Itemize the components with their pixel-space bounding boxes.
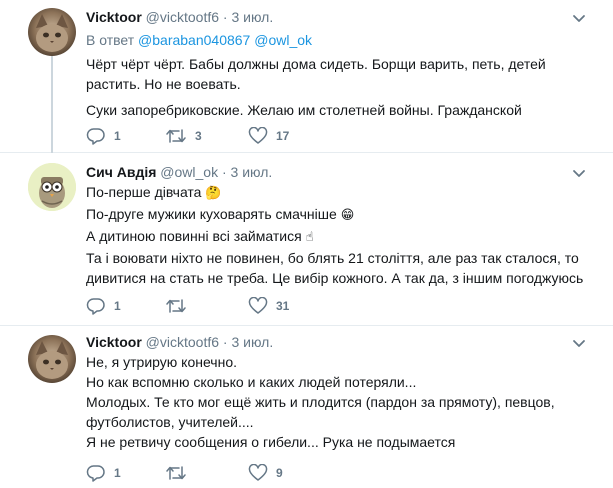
like-icon xyxy=(248,297,268,314)
tweet-header: Vicktoor @vicktootf6 · 3 июл. xyxy=(86,333,273,351)
like-count: 17 xyxy=(276,129,290,143)
tweet-line: А дитиною повинні всі займатися ☝ xyxy=(86,226,591,248)
tweet-line: Но как вспомню сколько и каких людей пот… xyxy=(86,374,417,390)
separator: · xyxy=(222,9,228,25)
author-handle[interactable]: @vicktootf6 xyxy=(146,9,219,25)
timestamp[interactable]: 3 июл. xyxy=(231,334,273,350)
like-count: 31 xyxy=(276,299,290,313)
reply-prefix: В ответ xyxy=(86,32,135,48)
retweet-button[interactable]: 3 xyxy=(165,126,202,146)
like-button[interactable]: 31 xyxy=(248,296,289,316)
tweet-text: По-перше дівчата 🤔 По-друге мужики кухов… xyxy=(86,182,591,288)
thinking-emoji: 🤔 xyxy=(205,186,222,201)
tweet-header: Vicktoor @vicktootf6 · 3 июл. xyxy=(86,8,273,26)
tweet[interactable]: Vicktoor @vicktootf6 · 3 июл. Не, я утри… xyxy=(0,326,613,488)
timestamp[interactable]: 3 июл. xyxy=(231,9,273,25)
chevron-down-icon[interactable] xyxy=(571,335,587,351)
author-name[interactable]: Vicktoor xyxy=(86,334,142,350)
retweet-icon xyxy=(166,129,186,143)
retweet-button[interactable] xyxy=(165,296,195,316)
separator: · xyxy=(221,164,227,180)
reply-button[interactable]: 1 xyxy=(86,463,121,483)
tweet-line: По-перше дівчата 🤔 xyxy=(86,182,591,204)
reply-count: 1 xyxy=(114,466,121,480)
timestamp[interactable]: 3 июл. xyxy=(231,164,273,180)
retweet-count: 3 xyxy=(195,129,202,143)
reply-count: 1 xyxy=(114,129,121,143)
reply-button[interactable]: 1 xyxy=(86,296,121,316)
retweet-icon xyxy=(166,466,186,480)
tweet-line: Не, я утрирую конечно. xyxy=(86,354,238,370)
separator: · xyxy=(222,334,228,350)
like-button[interactable]: 9 xyxy=(248,463,283,483)
reply-icon xyxy=(86,128,105,145)
chevron-down-icon[interactable] xyxy=(571,10,587,26)
avatar[interactable] xyxy=(28,8,76,56)
tweet-line: Та і воювати ніхто не повинен, бо блять … xyxy=(86,250,579,266)
avatar[interactable] xyxy=(28,335,76,383)
tweet-text: Чёрт чёрт чёрт. Бабы должны дома сидеть.… xyxy=(86,54,591,120)
chevron-down-icon[interactable] xyxy=(571,165,587,181)
like-icon xyxy=(248,127,268,144)
author-name[interactable]: Сич Авдія xyxy=(86,164,156,180)
tweet-line-text: По-перше дівчата xyxy=(86,184,202,200)
reply-icon xyxy=(86,298,105,315)
author-handle[interactable]: @vicktootf6 xyxy=(146,334,219,350)
like-count: 9 xyxy=(276,466,283,480)
tweet-line: Суки запоребриковские. Желаю им столетне… xyxy=(86,102,522,118)
thread-line xyxy=(51,56,53,153)
tweet-line: Чёрт чёрт чёрт. Бабы должны дома сидеть.… xyxy=(86,56,546,72)
point-up-emoji: ☝ xyxy=(305,230,314,245)
reply-mention[interactable]: @baraban040867 xyxy=(138,32,250,48)
tweet-line-text: По-друге мужики куховарять смачніше xyxy=(86,206,337,222)
tweet-line-text: А дитиною повинні всі займатися xyxy=(86,228,302,244)
tweet-line: футболистов, учителей.... xyxy=(86,414,254,430)
retweet-button[interactable] xyxy=(165,463,195,483)
tweet-text: Не, я утрирую конечно. Но как вспомню ск… xyxy=(86,352,591,452)
tweet-line: растить. Но не воевать. xyxy=(86,76,241,92)
author-name[interactable]: Vicktoor xyxy=(86,9,142,25)
tweet-line: дивитися на стать не треба. Це вибір кож… xyxy=(86,270,584,286)
tweet[interactable]: Сич Авдія @owl_ok · 3 июл. По-перше дівч… xyxy=(0,153,613,326)
grin-emoji: 😁 xyxy=(340,208,355,223)
reply-context: В ответ @baraban040867 @owl_ok xyxy=(86,31,312,49)
reply-count: 1 xyxy=(114,299,121,313)
tweet-line: Молодых. Те кто мог ещё жить и плодится … xyxy=(86,394,555,410)
reply-button[interactable]: 1 xyxy=(86,126,121,146)
tweet[interactable]: Vicktoor @vicktootf6 · 3 июл. В ответ @b… xyxy=(0,0,613,153)
tweet-line: По-друге мужики куховарять смачніше 😁 xyxy=(86,204,591,226)
reply-icon xyxy=(86,465,105,482)
reply-mention[interactable]: @owl_ok xyxy=(254,32,312,48)
author-handle[interactable]: @owl_ok xyxy=(160,164,218,180)
retweet-icon xyxy=(166,299,186,313)
tweet-line: Я не ретвичу сообщения о гибели... Рука … xyxy=(86,434,456,450)
like-icon xyxy=(248,464,268,481)
tweet-header: Сич Авдія @owl_ok · 3 июл. xyxy=(86,163,272,181)
like-button[interactable]: 17 xyxy=(248,126,289,146)
avatar[interactable] xyxy=(28,163,76,211)
